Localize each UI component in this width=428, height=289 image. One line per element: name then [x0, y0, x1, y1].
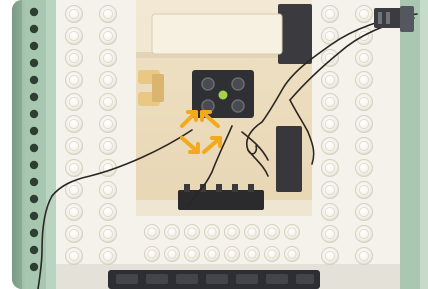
stud	[321, 181, 339, 199]
pin-hole	[29, 24, 39, 34]
pin-hole	[29, 75, 39, 85]
stud	[65, 159, 83, 177]
pin-hole	[29, 109, 39, 119]
stud	[99, 115, 117, 133]
stud	[204, 246, 220, 262]
stud	[99, 203, 117, 221]
stud	[321, 225, 339, 243]
stud	[184, 246, 200, 262]
stud	[224, 224, 240, 240]
stud	[65, 93, 83, 111]
pin-hole	[29, 177, 39, 187]
stud	[321, 137, 339, 155]
stud	[65, 115, 83, 133]
stud	[355, 71, 373, 89]
stud	[244, 224, 260, 240]
stud	[321, 93, 339, 111]
pin-hole	[29, 245, 39, 255]
stud	[144, 224, 160, 240]
stud	[65, 225, 83, 243]
stud	[355, 93, 373, 111]
stud	[99, 225, 117, 243]
stud	[65, 49, 83, 67]
stud	[355, 159, 373, 177]
pin-hole	[29, 92, 39, 102]
stud	[65, 203, 83, 221]
stud	[355, 247, 373, 265]
stud	[355, 181, 373, 199]
stud	[204, 224, 220, 240]
stud	[99, 49, 117, 67]
stud	[355, 137, 373, 155]
pin-hole	[29, 143, 39, 153]
pin-hole	[29, 262, 39, 272]
stud	[321, 203, 339, 221]
stud	[99, 181, 117, 199]
stud	[321, 115, 339, 133]
stud	[164, 224, 180, 240]
stud	[65, 27, 83, 45]
image-viewer	[0, 0, 428, 289]
stud	[355, 49, 373, 67]
green-pillar-right	[400, 0, 428, 289]
stud	[321, 49, 339, 67]
stud	[99, 5, 117, 23]
stud	[321, 159, 339, 177]
pin-hole	[29, 58, 39, 68]
stud	[99, 27, 117, 45]
pin-hole	[29, 211, 39, 221]
stud	[65, 137, 83, 155]
lego-photo	[12, 0, 428, 289]
stud	[284, 224, 300, 240]
pin-hole	[29, 7, 39, 17]
stud	[164, 246, 180, 262]
pin-hole	[29, 228, 39, 238]
stud	[284, 246, 300, 262]
stud	[65, 71, 83, 89]
stud	[99, 71, 117, 89]
stud	[264, 246, 280, 262]
stud	[321, 71, 339, 89]
stud	[321, 5, 339, 23]
stud	[65, 247, 83, 265]
stud	[355, 225, 373, 243]
stud	[355, 203, 373, 221]
stud	[99, 93, 117, 111]
stud	[244, 246, 260, 262]
stud	[264, 224, 280, 240]
stud	[355, 5, 373, 23]
bottom-dark-base	[56, 264, 400, 289]
stud	[355, 115, 373, 133]
pin-hole	[29, 194, 39, 204]
stud	[144, 246, 160, 262]
pin-hole	[29, 41, 39, 51]
stud	[224, 246, 240, 262]
pin-hole	[29, 126, 39, 136]
pin-hole	[29, 160, 39, 170]
stud	[99, 247, 117, 265]
stud	[65, 5, 83, 23]
stud	[184, 224, 200, 240]
photo	[12, 0, 428, 289]
stud	[99, 137, 117, 155]
stud	[321, 247, 339, 265]
